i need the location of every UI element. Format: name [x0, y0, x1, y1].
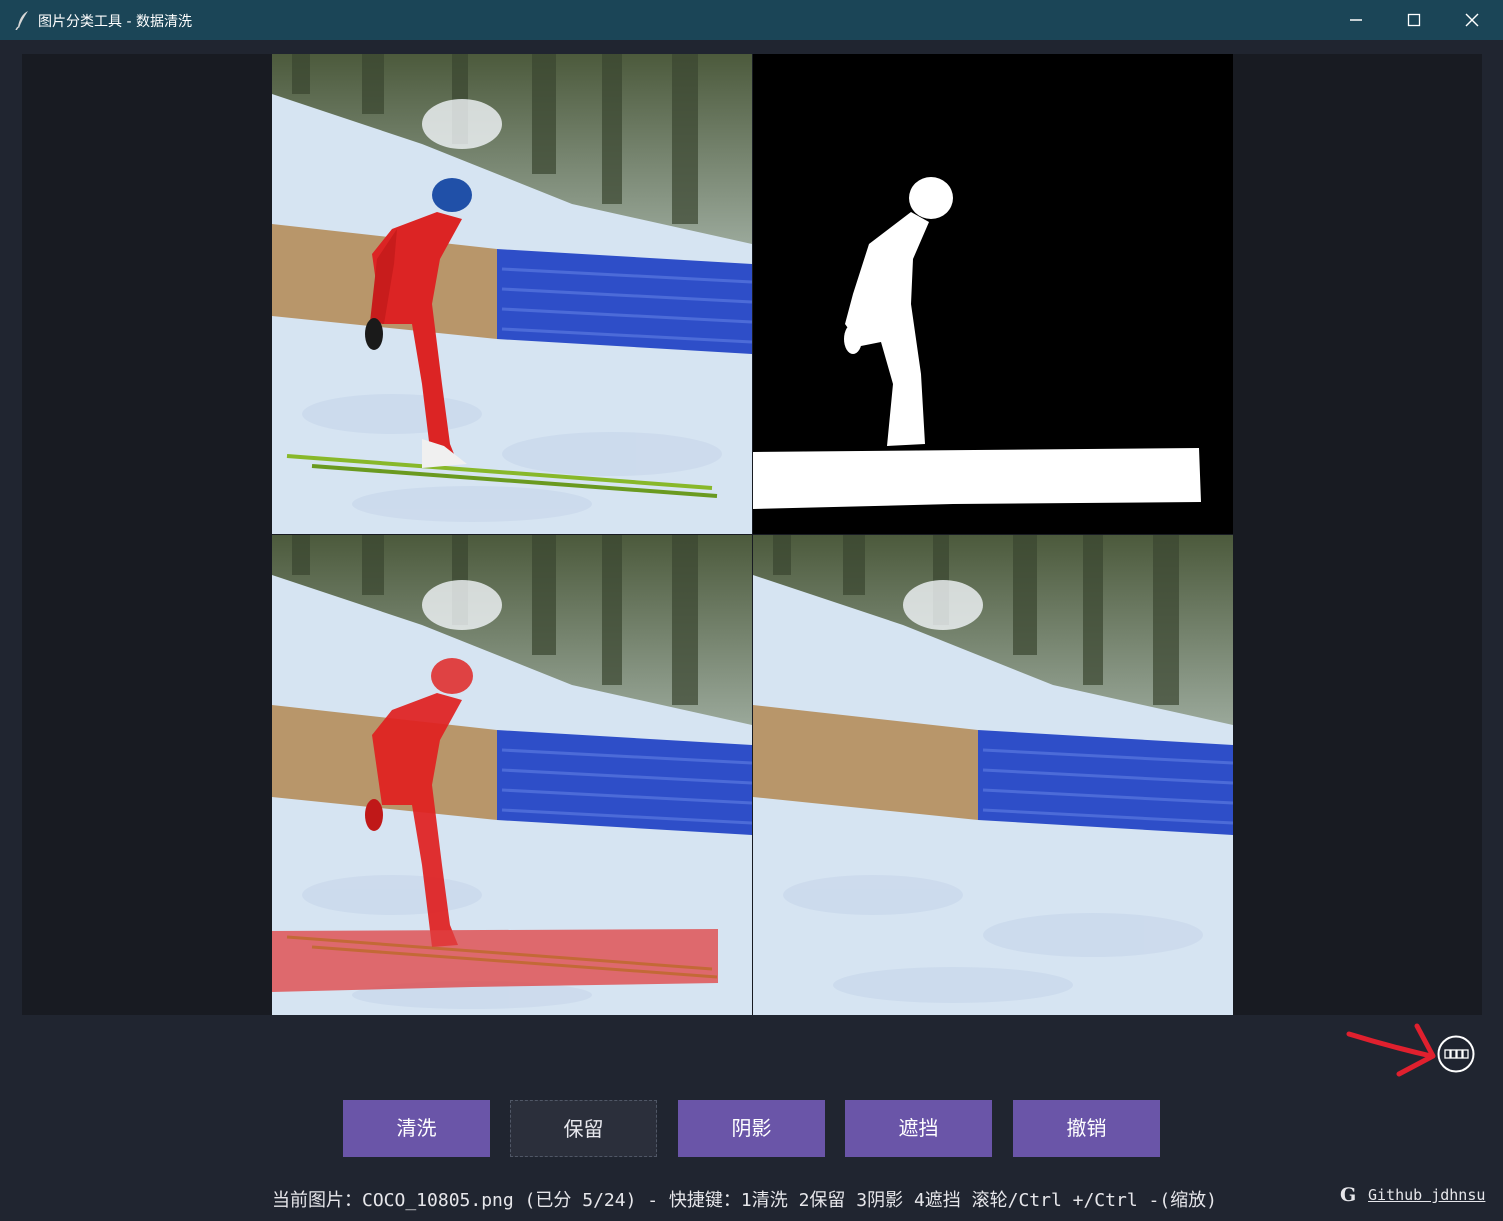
maximize-icon: [1407, 13, 1421, 27]
menu-dots-icon: [1437, 1035, 1475, 1073]
github-icon: G: [1340, 1184, 1357, 1206]
github-link[interactable]: Github jdhnsu: [1368, 1186, 1485, 1204]
undo-button[interactable]: 撤销: [1013, 1100, 1160, 1157]
clean-button[interactable]: 清洗: [343, 1100, 490, 1157]
overlay-image: [272, 535, 752, 1015]
close-button[interactable]: [1443, 0, 1501, 40]
title-bar: 图片分类工具 - 数据清洗: [0, 0, 1503, 40]
close-icon: [1465, 13, 1479, 27]
feather-icon: [15, 11, 28, 30]
minimize-icon: [1350, 19, 1362, 21]
occlusion-button[interactable]: 遮挡: [845, 1100, 992, 1157]
image-viewer[interactable]: [22, 54, 1482, 1015]
shadow-button[interactable]: 阴影: [678, 1100, 825, 1157]
minimize-button[interactable]: [1327, 0, 1385, 40]
mask-image: [753, 54, 1233, 534]
maximize-button[interactable]: [1385, 0, 1443, 40]
settings-badge-button[interactable]: [1437, 1035, 1475, 1073]
status-text: 当前图片：COCO_10805.png (已分 5/24) - 快捷键：1清洗 …: [272, 1190, 1218, 1211]
red-arrow-icon: [1346, 1023, 1436, 1077]
original-image: [272, 54, 752, 534]
image-grid: [272, 54, 1233, 1015]
shadow-removed-image: [753, 535, 1233, 1015]
window-title: 图片分类工具 - 数据清洗: [38, 14, 192, 30]
keep-button[interactable]: 保留: [510, 1100, 657, 1157]
